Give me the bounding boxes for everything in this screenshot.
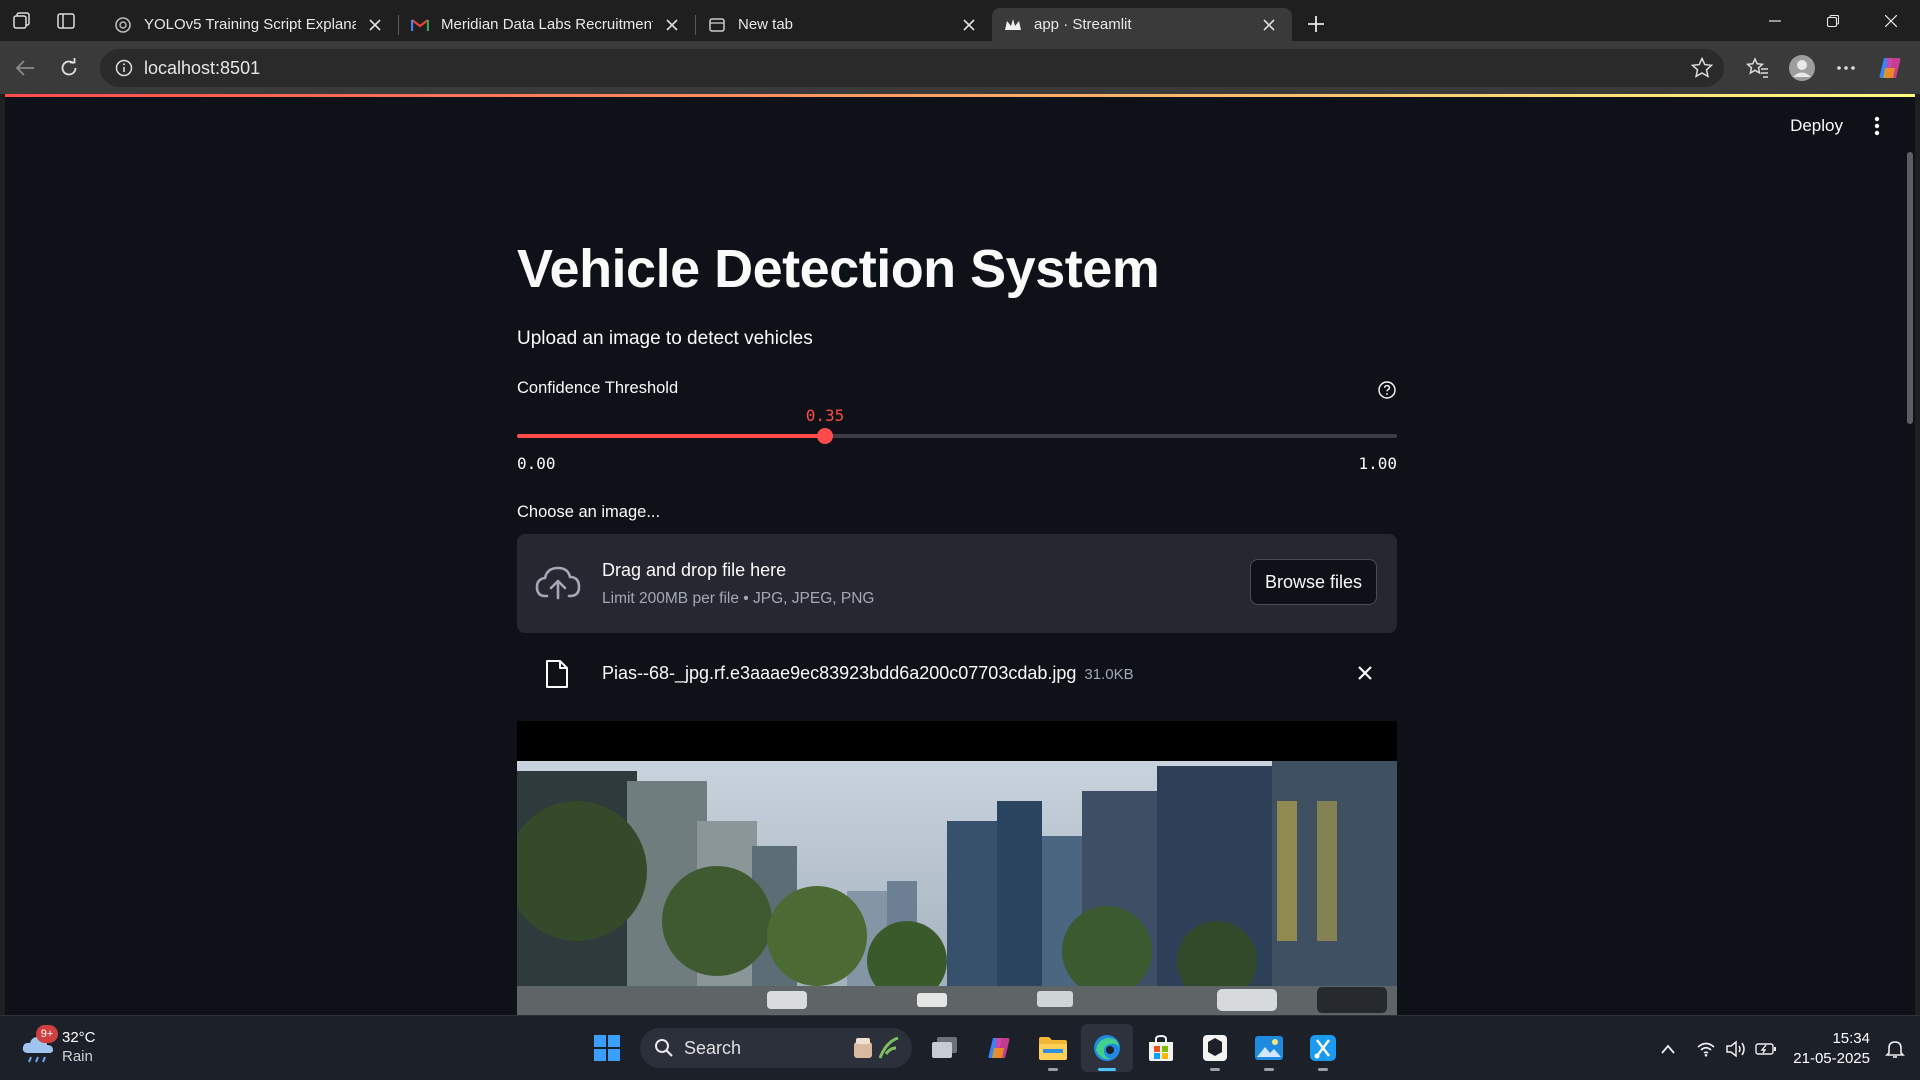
taskbar-apps: Search: [580, 1024, 1350, 1072]
search-label: Search: [684, 1037, 742, 1058]
snipping-tool-icon[interactable]: [1297, 1024, 1349, 1072]
file-icon: [545, 659, 569, 689]
tab-title: Meridian Data Labs Recruitment Pro: [441, 16, 653, 33]
file-uploader-label: Choose an image...: [517, 503, 661, 521]
close-tab-icon[interactable]: [958, 14, 980, 36]
notifications-icon[interactable]: [1880, 1034, 1910, 1064]
favorite-star-icon[interactable]: [1690, 56, 1714, 85]
chevron-up-icon[interactable]: [1653, 1034, 1683, 1064]
deploy-button[interactable]: Deploy: [1782, 112, 1851, 140]
uploaded-image-preview: [517, 721, 1397, 1015]
microsoft-store-icon[interactable]: [1135, 1024, 1187, 1072]
help-icon[interactable]: [1377, 380, 1397, 400]
browser-tab-strip: YOLOv5 Training Script Explanation Merid…: [0, 0, 1920, 41]
page-scrollbar[interactable]: [1907, 152, 1913, 424]
uploaded-file-name: Pias--68-_jpg.rf.e3aaae9ec83923bdd6a200c…: [602, 663, 1134, 684]
streamlit-crown-icon: [1004, 16, 1022, 34]
slider-thumb[interactable]: [817, 428, 833, 444]
page-subtitle: Upload an image to detect vehicles: [517, 328, 813, 349]
taskbar-search[interactable]: Search: [640, 1028, 912, 1068]
more-options-icon[interactable]: [1824, 48, 1868, 88]
main-menu-icon[interactable]: [1865, 112, 1889, 140]
slider-track[interactable]: [517, 428, 1397, 444]
search-highlight-icon: [854, 1036, 899, 1059]
toolbar-right-actions: [1736, 41, 1920, 94]
slider-min-label: 0.00: [517, 454, 556, 473]
close-tab-icon[interactable]: [661, 14, 683, 36]
dropzone-hint: Limit 200MB per file • JPG, JPEG, PNG: [602, 590, 875, 607]
streamlit-app: Deploy Vehicle Detection System Upload a…: [5, 94, 1915, 1015]
taskbar-clock[interactable]: 15:34 21-05-2025: [1793, 1029, 1870, 1069]
favorites-icon[interactable]: [1736, 48, 1780, 88]
refresh-icon[interactable]: [47, 48, 91, 88]
system-tray: 15:34 21-05-2025: [1653, 1016, 1920, 1080]
tab-title: app · Streamlit: [1034, 16, 1132, 33]
address-bar[interactable]: localhost:8501: [100, 49, 1724, 87]
clock-time: 15:34: [1832, 1029, 1870, 1047]
tab-title: New tab: [738, 16, 794, 33]
browser-tab[interactable]: Meridian Data Labs Recruitment Pro: [399, 8, 695, 41]
minimize-icon[interactable]: [1746, 0, 1804, 41]
gmail-icon: [411, 16, 429, 34]
profile-avatar[interactable]: [1780, 48, 1824, 88]
weather-widget[interactable]: 9+ 32°C Rain: [20, 1025, 96, 1066]
uploaded-file-row: Pias--68-_jpg.rf.e3aaae9ec83923bdd6a200c…: [517, 649, 1397, 699]
browser-tab[interactable]: New tab: [696, 8, 992, 41]
workspaces-icon[interactable]: [0, 0, 44, 41]
weather-temperature: 32°C: [62, 1029, 96, 1046]
back-arrow-icon[interactable]: [3, 48, 47, 88]
wifi-icon[interactable]: [1691, 1034, 1721, 1064]
close-window-icon[interactable]: [1862, 0, 1920, 41]
dropzone-title: Drag and drop file here: [602, 560, 787, 580]
file-explorer-icon[interactable]: [1027, 1024, 1079, 1072]
tab-title: YOLOv5 Training Script Explanation: [144, 16, 356, 33]
close-tab-icon[interactable]: [1258, 14, 1280, 36]
close-tab-icon[interactable]: [364, 14, 386, 36]
search-icon: [655, 1039, 673, 1057]
slider-max-label: 1.00: [1358, 454, 1397, 473]
new-tab-button[interactable]: [1298, 6, 1334, 42]
browser-toolbar: localhost:8501: [0, 41, 1920, 94]
file-dropzone[interactable]: Drag and drop file here Limit 200MB per …: [517, 534, 1397, 633]
windows-start-icon[interactable]: [581, 1024, 633, 1072]
battery-charging-icon[interactable]: [1751, 1034, 1781, 1064]
cloud-upload-icon: [535, 564, 581, 602]
restore-icon[interactable]: [1804, 0, 1862, 41]
github-desktop-icon[interactable]: [1189, 1024, 1241, 1072]
new-tab-page-icon: [708, 16, 726, 34]
windows-taskbar: 9+ 32°C Rain Search 15:34 21-05-2025: [0, 1015, 1920, 1080]
photos-app-icon[interactable]: [1243, 1024, 1295, 1072]
copilot-icon[interactable]: [1868, 48, 1912, 88]
street-scene-image: [517, 761, 1397, 1015]
slider-label: Confidence Threshold: [517, 379, 679, 397]
browse-files-button[interactable]: Browse files: [1249, 559, 1377, 605]
remove-file-icon[interactable]: [1353, 661, 1377, 685]
browser-tab-active[interactable]: app · Streamlit: [992, 8, 1292, 41]
header-decoration-bar: [5, 94, 1915, 97]
browser-tab[interactable]: YOLOv5 Training Script Explanation: [102, 8, 398, 41]
copilot-app-icon[interactable]: [973, 1024, 1025, 1072]
page-title: Vehicle Detection System: [517, 239, 1160, 299]
task-view-icon[interactable]: [919, 1024, 971, 1072]
file-size: 31.0KB: [1084, 666, 1134, 683]
weather-description: Rain: [62, 1048, 93, 1065]
url-text: localhost:8501: [144, 57, 261, 78]
window-controls: [1746, 0, 1920, 41]
clock-date: 21-05-2025: [1793, 1049, 1870, 1067]
weather-badge: 9+: [36, 1025, 58, 1043]
file-name-text: Pias--68-_jpg.rf.e3aaae9ec83923bdd6a200c…: [602, 663, 1077, 683]
slider-current-value: 0.35: [805, 406, 845, 425]
site-info-icon[interactable]: [104, 59, 144, 77]
volume-icon[interactable]: [1721, 1034, 1751, 1064]
vertical-tabs-icon[interactable]: [44, 0, 88, 41]
edge-browser-icon[interactable]: [1081, 1024, 1133, 1072]
slider-fill: [517, 434, 825, 438]
openai-icon: [114, 16, 132, 34]
rain-cloud-icon: 9+: [20, 1025, 58, 1065]
